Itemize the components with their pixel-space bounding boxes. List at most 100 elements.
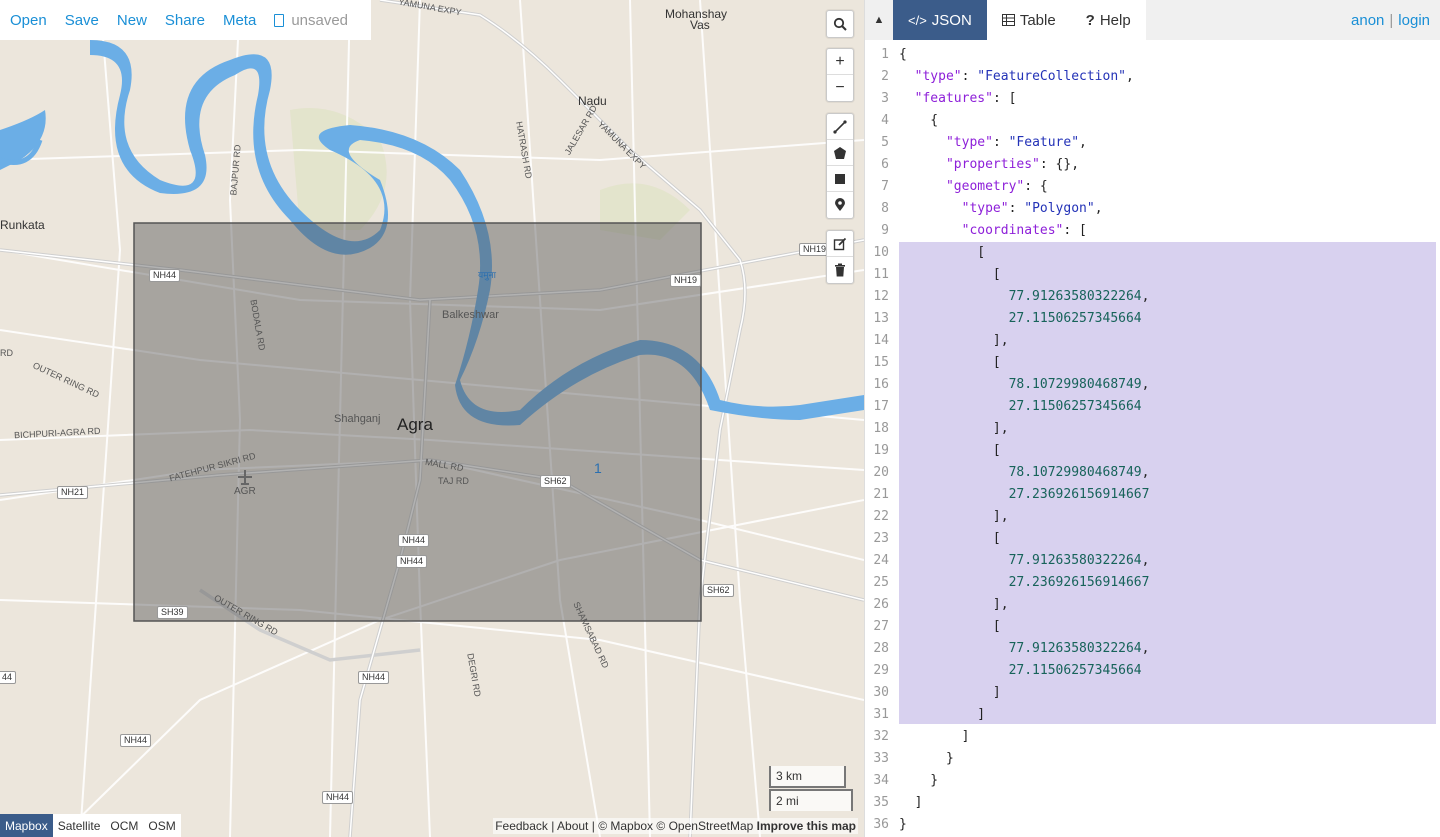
code-line[interactable]: 7 "geometry": {	[865, 176, 1440, 198]
line-number: 19	[873, 443, 889, 458]
code-text: ],	[899, 333, 1009, 348]
code-icon: </>	[908, 12, 927, 28]
line-number: 31	[873, 707, 889, 722]
open-button[interactable]: Open	[10, 12, 47, 29]
meta-button[interactable]: Meta	[223, 12, 256, 29]
layer-ocm[interactable]: OCM	[105, 814, 143, 837]
code-line[interactable]: 4 {	[865, 110, 1440, 132]
search-icon[interactable]	[827, 11, 853, 37]
new-button[interactable]: New	[117, 12, 147, 29]
code-text: ],	[899, 421, 1009, 436]
code-line[interactable]: 11 [	[865, 264, 1440, 286]
label-vas: Vas	[690, 18, 710, 32]
code-line[interactable]: 35 ]	[865, 792, 1440, 814]
code-line[interactable]: 28 77.91263580322264,	[865, 638, 1440, 660]
feedback-link[interactable]: Feedback	[495, 819, 548, 833]
line-number: 17	[873, 399, 889, 414]
tab-help[interactable]: ? Help	[1070, 0, 1146, 40]
line-number: 32	[873, 729, 889, 744]
code-line[interactable]: 10 [	[865, 242, 1440, 264]
code-line[interactable]: 17 27.11506257345664	[865, 396, 1440, 418]
code-line[interactable]: 2 "type": "FeatureCollection",	[865, 66, 1440, 88]
rectangle-icon[interactable]	[827, 166, 853, 192]
code-line[interactable]: 24 77.91263580322264,	[865, 550, 1440, 572]
code-line[interactable]: 29 27.11506257345664	[865, 660, 1440, 682]
anon-link[interactable]: anon	[1351, 12, 1384, 29]
marker-icon[interactable]	[827, 192, 853, 218]
code-text: "features": [	[914, 91, 1017, 106]
editor-pane: ▲ </> JSON Table ? Help anon | login 1{2…	[864, 0, 1440, 837]
code-line[interactable]: 22 ],	[865, 506, 1440, 528]
code-line[interactable]: 1{	[865, 44, 1440, 66]
line-number: 2	[881, 69, 889, 84]
zoom-in-button[interactable]: +	[827, 49, 853, 75]
code-line[interactable]: 25 27.236926156914667	[865, 572, 1440, 594]
code-line[interactable]: 18 ],	[865, 418, 1440, 440]
code-text: 78.10729980468749,	[1008, 465, 1150, 480]
collapse-icon[interactable]: ▲	[865, 0, 893, 40]
trash-icon[interactable]	[827, 257, 853, 283]
edit-toolbar	[826, 230, 854, 284]
about-link[interactable]: About	[557, 819, 588, 833]
code-line[interactable]: 5 "type": "Feature",	[865, 132, 1440, 154]
edit-icon[interactable]	[827, 231, 853, 257]
line-number: 5	[881, 135, 889, 150]
line-number: 11	[873, 267, 889, 282]
shield-sh62: SH62	[540, 475, 571, 488]
code-line[interactable]: 23 [	[865, 528, 1440, 550]
code-text: [	[899, 619, 1001, 634]
draw-toolbar	[826, 113, 854, 219]
code-line[interactable]: 36}	[865, 814, 1440, 836]
line-number: 23	[873, 531, 889, 546]
code-line[interactable]: 32 ]	[865, 726, 1440, 748]
map-view[interactable]: Agra Shahganj Balkeshwar Runkata Nadu Mo…	[0, 0, 864, 837]
code-line[interactable]: 8 "type": "Polygon",	[865, 198, 1440, 220]
map-attribution: Feedback | About | © Mapbox © OpenStreet…	[493, 818, 858, 834]
code-line[interactable]: 15 [	[865, 352, 1440, 374]
code-line[interactable]: 13 27.11506257345664	[865, 308, 1440, 330]
line-icon[interactable]	[827, 114, 853, 140]
code-line[interactable]: 19 [	[865, 440, 1440, 462]
scale-mi: 2 mi	[769, 789, 853, 811]
layer-satellite[interactable]: Satellite	[53, 814, 106, 837]
code-line[interactable]: 9 "coordinates": [	[865, 220, 1440, 242]
code-text: "type": "FeatureCollection",	[914, 69, 1134, 84]
code-line[interactable]: 21 27.236926156914667	[865, 484, 1440, 506]
polygon-icon[interactable]	[827, 140, 853, 166]
code-text: 27.236926156914667	[1008, 487, 1150, 502]
share-button[interactable]: Share	[165, 12, 205, 29]
tab-json[interactable]: </> JSON	[893, 0, 987, 40]
layer-osm[interactable]: OSM	[143, 814, 180, 837]
line-number: 29	[873, 663, 889, 678]
layer-mapbox[interactable]: Mapbox	[0, 814, 53, 837]
code-line[interactable]: 12 77.91263580322264,	[865, 286, 1440, 308]
zoom-out-button[interactable]: −	[827, 75, 853, 101]
code-text: 78.10729980468749,	[1008, 377, 1150, 392]
json-editor[interactable]: 1{2 "type": "FeatureCollection", 3 "featu…	[865, 44, 1440, 836]
code-line[interactable]: 34 }	[865, 770, 1440, 792]
line-number: 16	[873, 377, 889, 392]
mapbox-link[interactable]: © Mapbox	[598, 819, 653, 833]
code-line[interactable]: 31 ]	[865, 704, 1440, 726]
code-line[interactable]: 27 [	[865, 616, 1440, 638]
help-icon: ?	[1085, 11, 1095, 29]
code-line[interactable]: 33 }	[865, 748, 1440, 770]
tab-json-label: JSON	[931, 11, 972, 29]
code-line[interactable]: 16 78.10729980468749,	[865, 374, 1440, 396]
line-number: 3	[881, 91, 889, 106]
tab-table[interactable]: Table	[986, 0, 1071, 40]
code-line[interactable]: 30 ]	[865, 682, 1440, 704]
osm-link[interactable]: © OpenStreetMap	[656, 819, 753, 833]
code-line[interactable]: 3 "features": [	[865, 88, 1440, 110]
code-line[interactable]: 6 "properties": {},	[865, 154, 1440, 176]
code-line[interactable]: 26 ],	[865, 594, 1440, 616]
improve-map-link[interactable]: Improve this map	[757, 819, 856, 833]
code-text: [	[899, 245, 986, 260]
code-text: ]	[899, 685, 1001, 700]
code-line[interactable]: 14 ],	[865, 330, 1440, 352]
save-button[interactable]: Save	[65, 12, 99, 29]
login-link[interactable]: login	[1398, 12, 1430, 29]
line-number: 30	[873, 685, 889, 700]
shield-nh21: NH21	[57, 486, 89, 499]
code-line[interactable]: 20 78.10729980468749,	[865, 462, 1440, 484]
